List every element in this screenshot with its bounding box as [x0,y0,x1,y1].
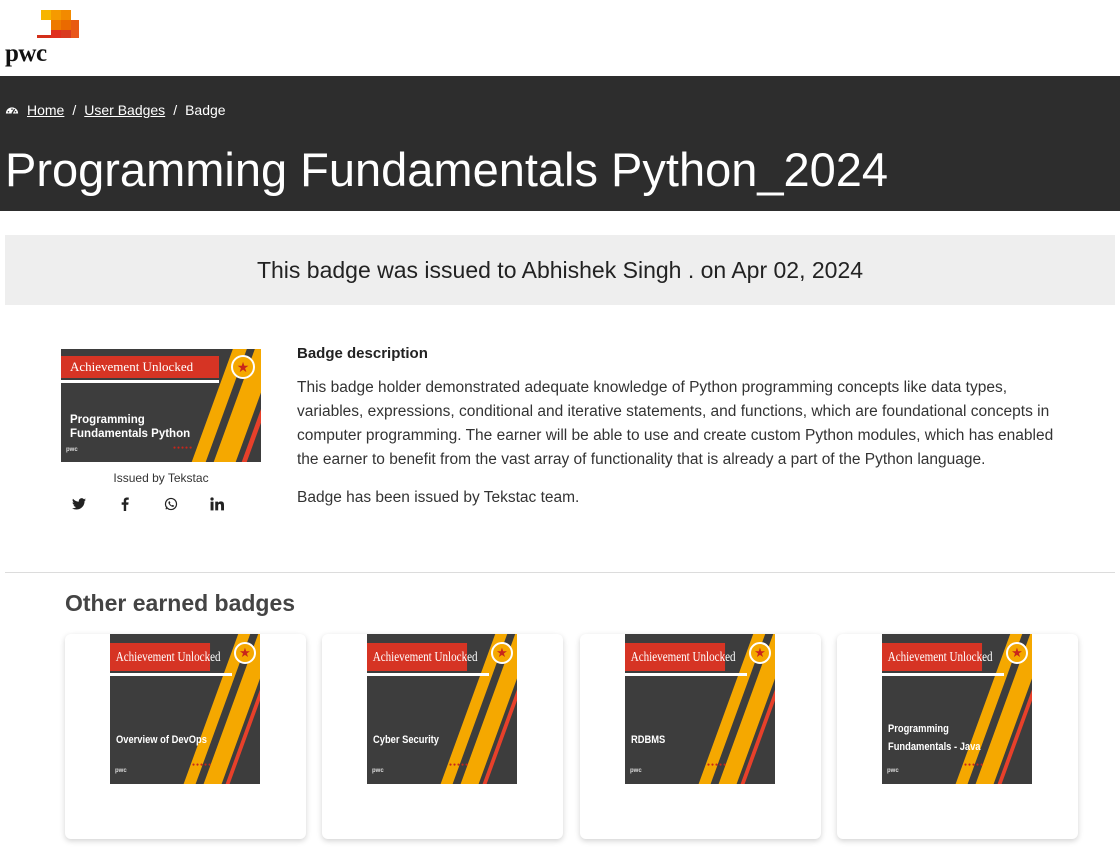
site-header: pwc [0,0,1120,76]
badge-ribbon: Achievement Unlocked [110,643,221,671]
badge-card[interactable]: Achievement Unlocked ★ RDBMS pwc ●●●●● [580,634,821,839]
issued-banner-text: This badge was issued to Abhishek Singh … [256,256,864,283]
medal-icon: ★ [491,642,513,664]
badge-mini-logo: pwc [630,768,642,774]
badge-name: Cyber Security [373,734,440,746]
social-share [71,494,225,514]
badge-ribbon: Achievement Unlocked [882,643,993,671]
badge-name: RDBMS [631,734,666,746]
breadcrumb-user-badges-link[interactable]: User Badges [84,102,165,118]
badge-card[interactable]: Achievement Unlocked ★ Cyber Security pw… [322,634,563,839]
badge-name: Overview of DevOps [116,734,207,746]
badge-ribbon: Achievement Unlocked [625,643,736,671]
badge-dots: ●●●●● [192,762,213,768]
badge-graphic: Achievement Unlocked ★ Programming Funda… [882,634,1032,784]
breadcrumb-separator: / [173,102,178,118]
breadcrumb-separator: / [72,102,77,118]
breadcrumb-home-link[interactable]: Home [27,102,64,118]
badge-mini-logo: pwc [887,768,899,774]
medal-icon: ★ [749,642,771,664]
medal-icon: ★ [231,355,255,379]
badge-dots: ●●●●● [173,445,194,451]
badge-graphic: Achievement Unlocked ★ RDBMS pwc ●●●●● [625,634,775,784]
badge-issued-note: Badge has been issued by Tekstac team. [297,489,580,506]
pwc-logo[interactable]: pwc [5,10,80,67]
page-title: Programming Fundamentals Python_2024 [5,143,889,196]
badge-name: Programming Fundamentals Python [70,414,191,440]
badge-dots: ●●●●● [964,762,985,768]
badge-thumbnail: Achievement Unlocked ★ Programming Funda… [882,634,1032,784]
badge-dots: ●●●●● [707,762,728,768]
badge-graphic: Achievement Unlocked ★ Programming Funda… [61,349,261,462]
other-badges-title: Other earned badges [65,590,296,616]
badge-graphic: Achievement Unlocked ★ Overview of DevOp… [110,634,260,784]
badge-ribbon: Achievement Unlocked [367,643,478,671]
badge-graphic: Achievement Unlocked ★ Cyber Security pw… [367,634,517,784]
issued-by-label: Issued by Tekstac [113,471,209,485]
badge-dots: ●●●●● [449,762,470,768]
badge-thumbnail: Achievement Unlocked ★ Overview of DevOp… [110,634,260,784]
section-divider [5,572,1115,573]
dashboard-icon [5,107,19,114]
badge-mini-logo: pwc [66,447,78,453]
whatsapp-icon[interactable] [163,494,179,514]
badge-name: Programming Fundamentals - Java [888,723,981,753]
badge-card[interactable]: Achievement Unlocked ★ Programming Funda… [837,634,1078,839]
facebook-icon[interactable] [117,494,133,514]
badge-card[interactable]: Achievement Unlocked ★ Overview of DevOp… [65,634,306,839]
badge-mini-logo: pwc [115,768,127,774]
badge-image: Achievement Unlocked ★ Programming Funda… [61,349,261,462]
badge-thumbnail: Achievement Unlocked ★ RDBMS pwc ●●●●● [625,634,775,784]
badge-description-heading: Badge description [297,345,428,362]
badge-mini-logo: pwc [372,768,384,774]
badge-description-body: This badge holder demonstrated adequate … [297,379,1054,468]
badge-ribbon: Achievement Unlocked [61,356,219,378]
breadcrumb-current: Badge [185,102,226,118]
linkedin-icon[interactable] [209,494,225,514]
issued-banner: This badge was issued to Abhishek Singh … [5,235,1115,305]
medal-icon: ★ [1006,642,1028,664]
pwc-logo-text: pwc [5,40,47,67]
badge-thumbnail: Achievement Unlocked ★ Cyber Security pw… [367,634,517,784]
hero-banner: Home / User Badges / Badge Programming F… [0,76,1120,211]
twitter-icon[interactable] [71,494,87,514]
breadcrumb: Home / User Badges / Badge [5,102,226,118]
medal-icon: ★ [234,642,256,664]
badge-description: Badge description This badge holder demo… [297,345,1057,510]
